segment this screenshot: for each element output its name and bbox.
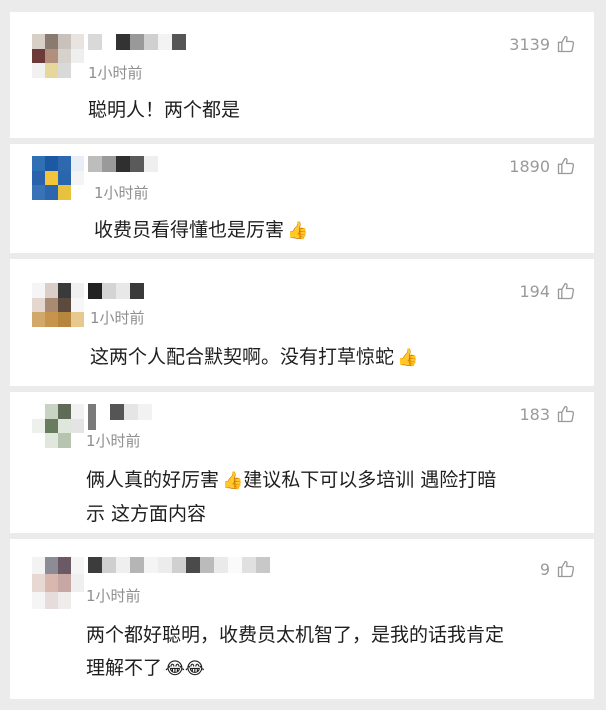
timestamp: 1小时前 (94, 184, 149, 202)
comment-text: 俩人真的好厉害 👍建议私下可以多培训 遇险打暗 示 这方面内容 (86, 469, 497, 525)
thumbs-up-outline-icon (557, 35, 575, 53)
avatar[interactable] (32, 34, 84, 78)
comment-text: 聪明人！两个都是 (88, 99, 241, 121)
timestamp: 1小时前 (88, 64, 143, 82)
like-button[interactable]: 1890 (509, 156, 576, 176)
comment-text: 收费员看得懂也是厉害 👍 (94, 219, 309, 241)
thumbs-up-emoji-icon: 👍 (222, 471, 244, 491)
comment-card: 1小时前 9 两个都好聪明，收费员太机智了，是我的话我肯定 理解不了 😂😂 (10, 539, 594, 699)
username-blurred[interactable] (88, 34, 186, 50)
thumbs-up-outline-icon (557, 282, 575, 300)
username-blurred[interactable] (88, 156, 158, 172)
timestamp: 1小时前 (86, 432, 141, 450)
avatar[interactable] (32, 283, 84, 327)
username-blurred[interactable] (88, 283, 144, 299)
laughing-tears-emoji-icon: 😂😂 (165, 659, 205, 679)
like-count: 194 (519, 281, 550, 301)
thumbs-up-emoji-icon: 👍 (287, 221, 309, 241)
comment-card: 1小时前 183 俩人真的好厉害 👍建议私下可以多培训 遇险打暗 示 这方面内容 (10, 392, 594, 533)
like-count: 3139 (509, 34, 550, 54)
like-button[interactable]: 3139 (509, 34, 576, 54)
avatar[interactable] (32, 156, 84, 200)
like-count: 183 (519, 404, 550, 424)
timestamp: 1小时前 (90, 309, 145, 327)
like-count: 9 (539, 559, 550, 579)
like-button[interactable]: 194 (519, 281, 576, 301)
comment-text: 两个都好聪明，收费员太机智了，是我的话我肯定 理解不了 😂😂 (86, 624, 505, 679)
like-button[interactable]: 9 (540, 559, 576, 579)
avatar[interactable] (32, 557, 84, 609)
username-blurred[interactable] (88, 557, 270, 573)
comment-card: 1小时前 1890 收费员看得懂也是厉害 👍 (10, 144, 594, 253)
thumbs-up-outline-icon (557, 157, 575, 175)
username-blurred[interactable] (88, 404, 152, 430)
avatar[interactable] (32, 404, 84, 448)
like-count: 1890 (509, 156, 550, 176)
timestamp: 1小时前 (86, 587, 141, 605)
comment-card: 1小时前 194 这两个人配合默契啊。没有打草惊蛇 👍 (10, 259, 594, 386)
thumbs-up-outline-icon (557, 560, 575, 578)
thumbs-up-outline-icon (557, 405, 575, 423)
comment-card: 1小时前 3139 聪明人！两个都是 (10, 12, 594, 138)
comment-text: 这两个人配合默契啊。没有打草惊蛇 👍 (90, 346, 419, 368)
like-button[interactable]: 183 (519, 404, 576, 424)
thumbs-up-emoji-icon: 👍 (397, 348, 419, 368)
